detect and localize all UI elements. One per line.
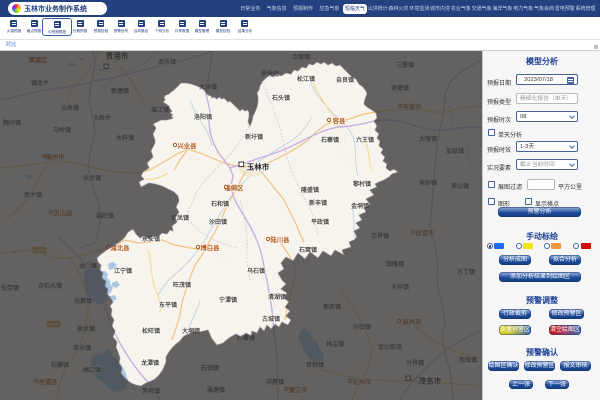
svg-text:博白县: 博白县: [200, 243, 220, 252]
svg-text:陆川县: 陆川县: [270, 235, 290, 244]
svg-text:宁潭镇: 宁潭镇: [219, 296, 237, 304]
svg-text:龙潭镇: 龙潭镇: [141, 359, 159, 367]
svg-text:松旺镇: 松旺镇: [142, 327, 160, 335]
svg-text:江宁镇: 江宁镇: [114, 267, 132, 275]
svg-text:石头镇: 石头镇: [271, 94, 290, 102]
svg-text:自良镇: 自良镇: [336, 76, 354, 84]
svg-text:平政镇: 平政镇: [311, 218, 329, 226]
svg-text:松江镇: 松江镇: [297, 75, 315, 83]
svg-text:石寨镇: 石寨镇: [320, 136, 339, 144]
svg-text:兴业县: 兴业县: [177, 141, 197, 150]
svg-text:六王镇: 六王镇: [356, 136, 374, 144]
svg-text:石窝镇: 石窝镇: [298, 246, 317, 254]
svg-text:东平镇: 东平镇: [159, 301, 177, 309]
svg-text:清湖镇: 清湖镇: [268, 293, 286, 301]
svg-text:黎村镇: 黎村镇: [353, 180, 371, 188]
svg-text:玉林市: 玉林市: [247, 162, 270, 172]
svg-text:古城镇: 古城镇: [262, 315, 280, 323]
svg-text:洛阳镇: 洛阳镇: [194, 113, 212, 121]
svg-text:新圩镇: 新圩镇: [245, 133, 263, 141]
svg-text:沙田镇: 沙田镇: [209, 218, 227, 226]
svg-text:乌石镇: 乌石镇: [247, 267, 265, 275]
svg-text:容县: 容县: [332, 116, 346, 125]
svg-text:新丰镇: 新丰镇: [309, 199, 327, 207]
svg-text:石和镇: 石和镇: [210, 200, 229, 208]
svg-text:隆盛镇: 隆盛镇: [301, 186, 319, 194]
svg-text:旺茂镇: 旺茂镇: [173, 281, 191, 289]
